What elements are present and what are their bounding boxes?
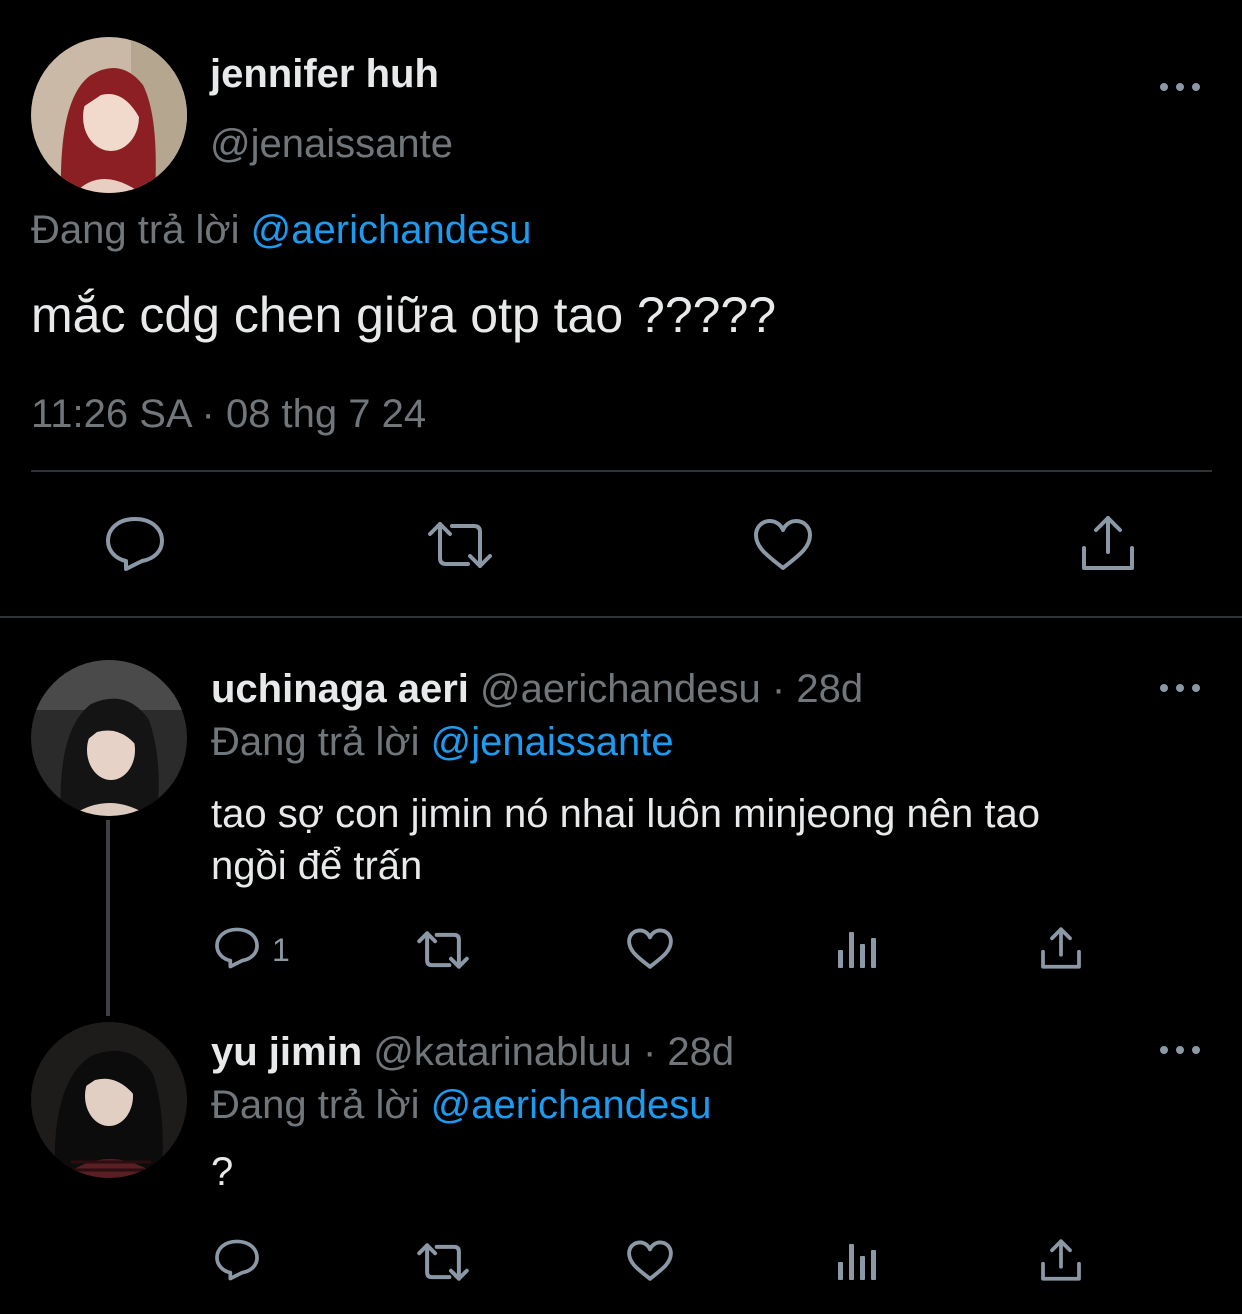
reply-text-line: ngồi để trấn bbox=[211, 844, 423, 888]
display-name[interactable]: uchinaga aeri bbox=[211, 667, 469, 711]
replying-prefix: Đang trả lời bbox=[211, 720, 420, 764]
avatar-jimin[interactable] bbox=[31, 1022, 187, 1178]
more-options-icon[interactable] bbox=[1160, 1044, 1200, 1056]
user-handle[interactable]: @aerichandesu bbox=[480, 667, 761, 711]
replying-to-line: Đang trả lời @jenaissante bbox=[211, 720, 674, 765]
reply-icon[interactable] bbox=[214, 1238, 260, 1282]
divider bbox=[31, 470, 1212, 472]
retweet-icon[interactable] bbox=[426, 520, 494, 570]
avatar-aeri[interactable] bbox=[31, 660, 187, 816]
display-name[interactable]: yu jimin bbox=[211, 1030, 362, 1074]
tweet-timestamp[interactable]: 11:26 SA · 08 thg 7 24 bbox=[31, 392, 426, 437]
reply-header: yu jimin @katarinabluu · 28d bbox=[211, 1030, 734, 1075]
share-icon[interactable] bbox=[1040, 926, 1082, 970]
section-divider bbox=[0, 616, 1242, 618]
like-icon[interactable] bbox=[626, 928, 674, 970]
reply-age[interactable]: · 28d bbox=[772, 667, 863, 711]
share-icon[interactable] bbox=[1080, 514, 1136, 572]
reply-count: 1 bbox=[272, 932, 290, 968]
reply-text: tao sợ con jimin nó nhai luôn minjeong n… bbox=[211, 788, 1040, 892]
replying-prefix: Đang trả lời bbox=[211, 1083, 420, 1127]
thread-line bbox=[106, 820, 110, 1016]
replying-prefix: Đang trả lời bbox=[31, 208, 240, 252]
reply-text-line: tao sợ con jimin nó nhai luôn minjeong n… bbox=[211, 792, 1040, 836]
replying-to-line: Đang trả lời @aerichandesu bbox=[31, 208, 531, 253]
reply-text: ? bbox=[211, 1150, 234, 1194]
avatar-jennifer[interactable] bbox=[31, 37, 187, 193]
share-icon[interactable] bbox=[1040, 1238, 1082, 1282]
replying-to-handle[interactable]: @aerichandesu bbox=[251, 208, 532, 252]
reply-age[interactable]: · 28d bbox=[643, 1030, 734, 1074]
retweet-icon[interactable] bbox=[416, 930, 470, 970]
user-handle[interactable]: @jenaissante bbox=[210, 122, 453, 167]
more-options-icon[interactable] bbox=[1160, 682, 1200, 694]
like-icon[interactable] bbox=[752, 518, 814, 572]
replying-to-handle[interactable]: @aerichandesu bbox=[431, 1083, 712, 1127]
like-icon[interactable] bbox=[626, 1240, 674, 1282]
user-handle[interactable]: @katarinabluu bbox=[373, 1030, 632, 1074]
retweet-icon[interactable] bbox=[416, 1242, 470, 1282]
reply-header: uchinaga aeri @aerichandesu · 28d bbox=[211, 667, 863, 712]
display-name[interactable]: jennifer huh bbox=[210, 52, 439, 97]
more-options-icon[interactable] bbox=[1160, 81, 1200, 93]
tweet-text: mắc cdg chen giữa otp tao ????? bbox=[31, 287, 777, 343]
replying-to-handle[interactable]: @jenaissante bbox=[431, 720, 674, 764]
views-icon[interactable] bbox=[836, 1240, 878, 1282]
reply-icon[interactable] bbox=[214, 926, 260, 970]
replying-to-line: Đang trả lời @aerichandesu bbox=[211, 1083, 711, 1128]
reply-icon[interactable] bbox=[104, 515, 166, 573]
views-icon[interactable] bbox=[836, 928, 878, 970]
